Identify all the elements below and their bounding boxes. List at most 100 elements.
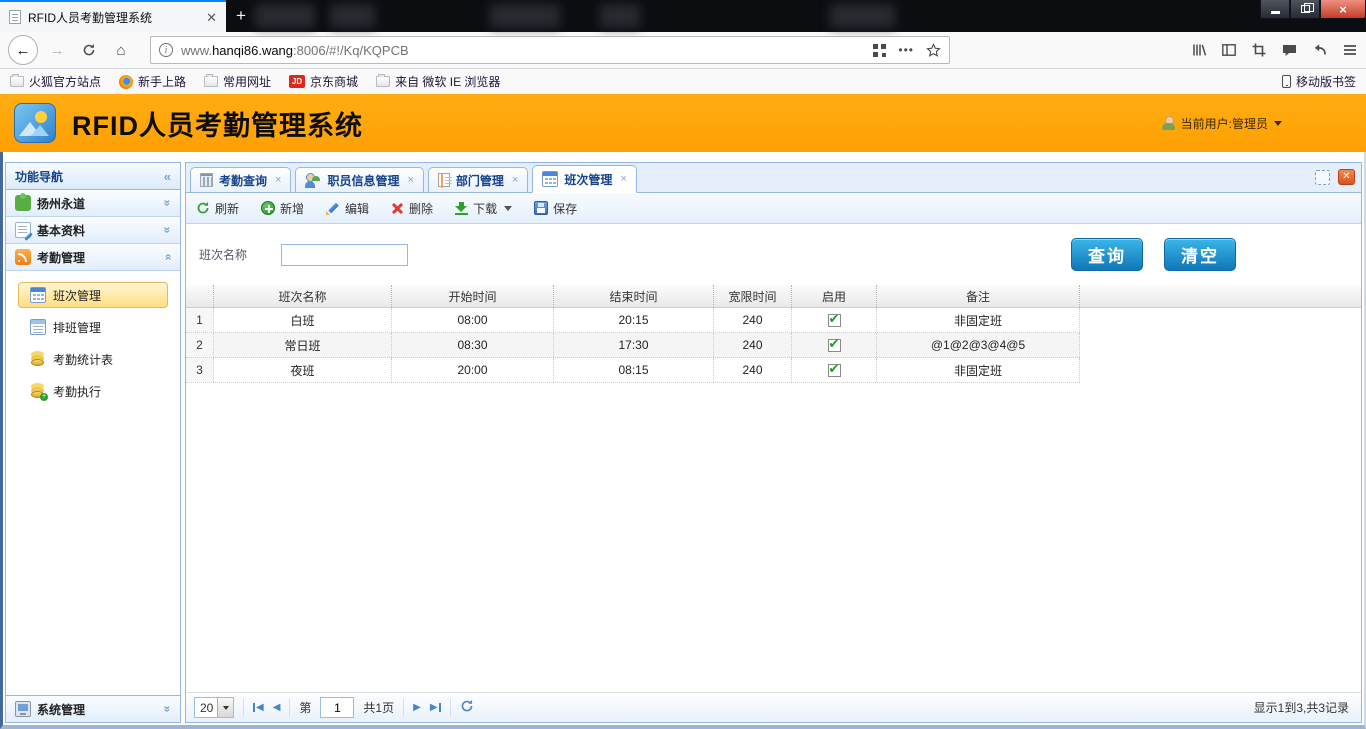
column-header: 备注	[877, 285, 1080, 307]
section-label: 基本资料	[37, 222, 85, 239]
bookmark-item[interactable]: 火狐官方站点	[10, 73, 101, 90]
sidebar-item-schedule-management[interactable]: 排班管理	[18, 314, 168, 340]
refresh-button[interactable]: 刷新	[196, 200, 239, 217]
undo-icon[interactable]	[1312, 42, 1328, 58]
sidebar-item-shift-management[interactable]: 班次管理	[18, 282, 168, 308]
table-row[interactable]: 2 常日班 08:30 17:30 240 ✔ @1@2@3@4@5	[186, 333, 1080, 358]
window-close-button[interactable]: ×	[1320, 0, 1366, 19]
sidebar-icon[interactable]	[1221, 42, 1237, 58]
firefox-icon	[119, 75, 133, 89]
site-info-icon[interactable]: i	[159, 43, 173, 57]
calendar-icon	[30, 287, 46, 303]
query-button[interactable]: 查询	[1071, 238, 1143, 271]
sidebar-section-attendance[interactable]: 考勤管理 »	[6, 244, 180, 271]
page-prefix-label: 第	[299, 699, 311, 716]
reload-button[interactable]	[76, 37, 102, 63]
page-number-input[interactable]	[320, 697, 354, 718]
bookmark-item[interactable]: 新手上路	[119, 73, 186, 90]
mobile-bookmarks[interactable]: 移动版书签	[1282, 73, 1356, 90]
add-button[interactable]: 新增	[261, 200, 304, 217]
next-page-button[interactable]: ▶	[413, 702, 421, 713]
cell-start-time: 08:00	[392, 308, 554, 332]
sidebar-item-attendance-execute[interactable]: 考勤执行	[18, 378, 168, 404]
window-restore-button[interactable]	[1290, 0, 1320, 19]
folder-icon	[376, 76, 390, 87]
collapse-icon[interactable]: «	[164, 169, 171, 184]
cell-enabled: ✔	[792, 358, 877, 382]
menu-item-label: 考勤执行	[53, 383, 101, 400]
sidebar-section-yangzhou[interactable]: 扬州永道 »	[6, 190, 180, 217]
bookmark-label: 移动版书签	[1296, 73, 1356, 90]
cell-grace-time: 240	[714, 358, 792, 382]
page-actions-icon[interactable]: •••	[898, 43, 914, 57]
download-button[interactable]: 下载	[455, 200, 512, 217]
cell-end-time: 20:15	[554, 308, 714, 332]
refresh-icon	[196, 201, 210, 215]
page-size-select[interactable]: 20	[194, 697, 234, 718]
checkbox-checked[interactable]: ✔	[828, 364, 841, 377]
last-page-button[interactable]: ▶	[430, 702, 441, 713]
new-tab-button[interactable]: +	[226, 0, 256, 32]
maximize-panel-icon[interactable]	[1315, 170, 1330, 185]
bookmark-item[interactable]: JD京东商城	[289, 73, 358, 90]
library-icon[interactable]	[1191, 42, 1207, 58]
tab-attendance-query[interactable]: 考勤查询 ×	[190, 167, 291, 193]
delete-button[interactable]: 删除	[391, 200, 433, 217]
bookmark-item[interactable]: 来自 微软 IE 浏览器	[376, 73, 500, 90]
table-row[interactable]: 1 白班 08:00 20:15 240 ✔ 非固定班	[186, 308, 1080, 333]
column-header: 开始时间	[392, 285, 554, 307]
dropdown-button[interactable]	[217, 698, 233, 717]
tab-close-icon[interactable]: ×	[512, 174, 518, 186]
app-title: RFID人员考勤管理系统	[72, 104, 363, 143]
forward-button[interactable]: →	[44, 37, 70, 63]
sidebar-section-basic-data[interactable]: 基本资料 »	[6, 217, 180, 244]
tab-close-icon[interactable]: ×	[275, 174, 281, 186]
pager-refresh-button[interactable]	[460, 699, 474, 716]
bookmarks-bar: 火狐官方站点 新手上路 常用网址 JD京东商城 来自 微软 IE 浏览器 移动版…	[0, 69, 1366, 94]
tab-close-icon[interactable]: ×	[620, 173, 626, 185]
edit-button[interactable]: 编辑	[326, 200, 369, 217]
current-user-menu[interactable]: 当前用户:管理员	[1161, 115, 1352, 132]
tab-label: 考勤查询	[219, 172, 267, 189]
checkbox-checked[interactable]: ✔	[828, 339, 841, 352]
qr-code-icon[interactable]	[873, 44, 886, 57]
shift-name-input[interactable]	[281, 244, 408, 266]
window-minimize-button[interactable]	[1260, 0, 1290, 19]
chevron-down-icon	[223, 706, 229, 710]
plus-icon	[261, 201, 275, 215]
tab-close-icon[interactable]: ✕	[206, 11, 217, 24]
tab-staff-info[interactable]: 职员信息管理 ×	[295, 167, 423, 193]
tab-close-icon[interactable]: ×	[407, 174, 413, 186]
chat-icon[interactable]	[1281, 42, 1298, 58]
bookmark-label: 来自 微软 IE 浏览器	[395, 73, 500, 90]
prev-page-button[interactable]: ◀	[273, 702, 281, 713]
chevron-down-icon[interactable]	[504, 206, 512, 211]
menu-item-label: 排班管理	[53, 319, 101, 336]
search-buttons: 查询 清空	[1071, 238, 1236, 271]
cell-grace-time: 240	[714, 308, 792, 332]
back-button[interactable]: ←	[8, 35, 38, 65]
bookmark-star-icon[interactable]	[926, 43, 941, 58]
chevron-down-icon: »	[161, 200, 175, 207]
tab-shift-management[interactable]: 班次管理 ×	[532, 165, 636, 193]
app-logo	[14, 103, 56, 143]
screenshot-icon[interactable]	[1251, 42, 1267, 58]
sidebar-section-system[interactable]: 系统管理 »	[6, 695, 180, 722]
browser-tab[interactable]: RFID人员考勤管理系统 ✕	[0, 0, 226, 32]
tab-department[interactable]: 部门管理 ×	[428, 167, 528, 193]
sidebar-item-attendance-stats[interactable]: 考勤统计表	[18, 346, 168, 372]
close-panel-icon[interactable]: ✕	[1338, 169, 1355, 185]
first-page-button[interactable]: ◀	[253, 702, 264, 713]
menu-item-label: 班次管理	[53, 287, 101, 304]
check-icon: ✔	[829, 361, 840, 377]
url-bar[interactable]: i www.hanqi86.wang:8006/#!/Kq/KQPCB •••	[150, 36, 950, 64]
divider	[403, 699, 404, 717]
clear-button[interactable]: 清空	[1164, 238, 1236, 271]
checkbox-checked[interactable]: ✔	[828, 314, 841, 327]
home-button[interactable]: ⌂	[108, 37, 134, 63]
table-row[interactable]: 3 夜班 20:00 08:15 240 ✔ 非固定班	[186, 358, 1080, 383]
bookmark-item[interactable]: 常用网址	[204, 73, 271, 90]
save-button[interactable]: 保存	[534, 200, 577, 217]
search-form: 班次名称 查询 清空	[186, 224, 1361, 285]
menu-icon[interactable]	[1342, 42, 1358, 58]
